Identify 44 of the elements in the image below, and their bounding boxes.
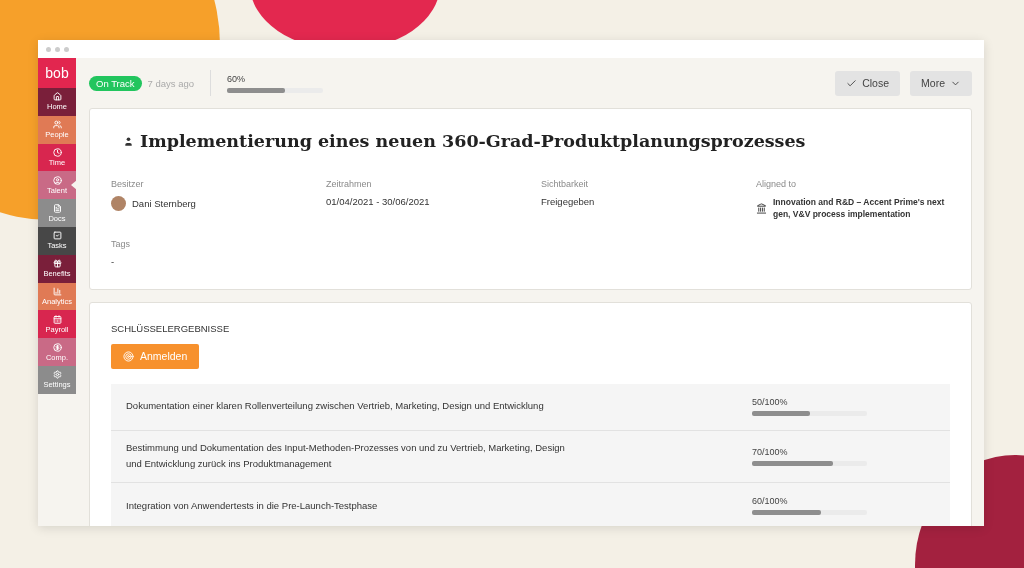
progress-reading: 60/100% [752, 496, 789, 507]
progress-reading: 70/100% [752, 446, 789, 457]
nav-icon [52, 148, 62, 157]
nav-icon [52, 314, 62, 324]
nav-icon [52, 370, 62, 380]
field-label: Besitzer [111, 179, 145, 189]
nav-icon [52, 286, 62, 296]
nav-icon [52, 342, 62, 352]
key-result-text: Bestimmung und Dokumentation des Input-Methoden-Prozesses von und zu Vertrieb, Marketing, Design und Entwicklung zurück ins Produktmanagement [126, 440, 566, 472]
building-icon [756, 202, 767, 214]
close-button[interactable]: Close [835, 70, 901, 96]
selection-pointer [71, 180, 77, 191]
key-result-text: Integration von Anwendertests in die Pre-Launch-Testphase [126, 498, 379, 513]
nav-icon [52, 175, 62, 185]
nav-icon [52, 120, 62, 130]
nav-icon [52, 203, 62, 213]
section-heading: SCHLÜSSELERGEBNISSE [111, 322, 231, 334]
avatar [111, 196, 126, 211]
field-value: - [111, 255, 115, 267]
field-label: Tags [111, 238, 131, 249]
field-label: Zeitrahmen [326, 179, 373, 189]
key-result-row[interactable]: Bestimmung und Dokumentation des Input-Methoden-Prozesses von und zu Vertrieb, Marketing, Design und Entwicklung zurück ins Produktmanagement 70/100% [111, 430, 950, 483]
person-icon [123, 135, 134, 147]
progress-label: 60% [227, 73, 247, 84]
field-value: 01/04/2021 - 30/06/2021 [326, 196, 430, 207]
goal-title: Implementierung eines neuen 360-Grad-Produktplanungsprozesses [111, 131, 950, 151]
field-value: Freigegeben [541, 196, 595, 207]
aligned-goal-link[interactable]: Innovation and R&D – Accent Prime's next gen, V&V process implementation [773, 196, 958, 221]
nav-icon [52, 231, 62, 241]
check-icon [846, 77, 858, 89]
key-result-row[interactable]: Integration von Anwendertests in die Pre-Launch-Testphase 60/100% [111, 482, 950, 526]
status-badge: On Track [89, 75, 142, 91]
progress-reading: 50/100% [752, 397, 789, 408]
nav-icon [52, 92, 62, 102]
logo[interactable]: bob [38, 58, 76, 88]
field-label: Sichtbarkeit [541, 179, 590, 189]
field-label: Aligned to [756, 179, 798, 189]
nav-icon [52, 259, 62, 269]
key-result-row[interactable]: Dokumentation einer klaren Rollenverteilung zwischen Vertrieb, Marketing, Design und Entwicklung 50/100% [111, 383, 950, 431]
target-icon [123, 350, 134, 362]
key-result-text: Dokumentation einer klaren Rollenverteilung zwischen Vertrieb, Marketing, Design und Entwicklung [126, 399, 545, 414]
more-button[interactable]: More [910, 70, 972, 96]
owner-name: Dani Sternberg [132, 198, 196, 209]
updated-time: 7 days ago [147, 77, 195, 89]
